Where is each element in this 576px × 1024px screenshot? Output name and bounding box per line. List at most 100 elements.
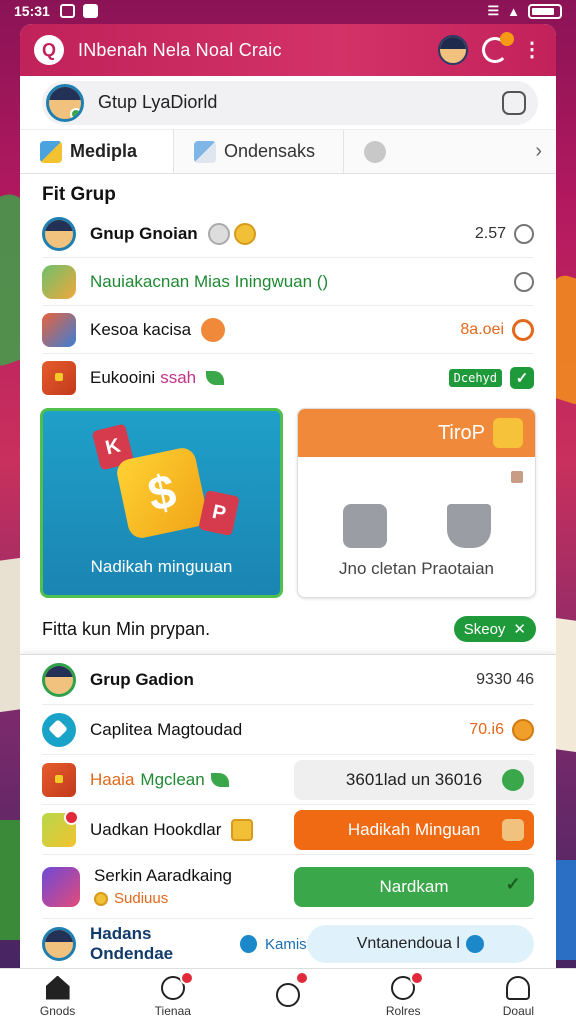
list-item[interactable]: Grup Gadion 9330 46: [42, 655, 534, 705]
section-title: Fit Grup: [42, 184, 116, 205]
gold-coin-icon: [233, 222, 256, 245]
fox-icon: [201, 317, 226, 342]
check-icon: ✓: [505, 873, 521, 894]
account-avatar[interactable]: [438, 35, 468, 65]
feature-cards: K $ P Nadikah minguuan TiroP Jno cletan …: [40, 408, 536, 598]
confirm-button[interactable]: Nardkam ✓: [294, 866, 534, 907]
briefcase-icon: [342, 504, 387, 548]
search-icon[interactable]: Q: [34, 35, 64, 65]
weekly-reward-button[interactable]: Hadikah Minguan: [294, 809, 534, 850]
list-item[interactable]: Serkin Aaradkaing Sudiuus Nardkam ✓: [42, 855, 534, 919]
card-header-title: TiroP: [437, 421, 485, 444]
leaf-icon: [210, 772, 229, 787]
card-caption: Jno cletan Praotaian: [339, 559, 494, 578]
bag-icon: [446, 504, 491, 548]
row-value: 2.57: [474, 224, 506, 242]
refresh-icon[interactable]: [482, 32, 514, 63]
app-title: INbenah Nela Noal Craic: [78, 39, 282, 60]
character-icon: [502, 818, 524, 841]
nav-profile[interactable]: Doaul: [461, 969, 576, 1024]
user-icon: [506, 975, 531, 1000]
list-item[interactable]: Hadans Ondendae Kamis Vntanendoua l: [42, 919, 534, 968]
money-bag-illustration: K $ P: [91, 423, 240, 543]
message-icon: [82, 4, 98, 18]
gear-icon[interactable]: [514, 271, 534, 292]
battery-icon: [528, 3, 562, 19]
button-label: Nardkam: [379, 876, 449, 896]
notification-dot: [500, 32, 514, 46]
bottom-navigation: Gnods Tienaa Rolres Doaul: [0, 968, 576, 1024]
cube-icon: [42, 809, 79, 847]
cube-icon: [40, 140, 62, 163]
tab-more[interactable]: ›: [344, 130, 556, 173]
list-item[interactable]: Caplitea Magtoudad 70.i6: [42, 705, 534, 755]
avatar: [42, 927, 76, 961]
settings-icon[interactable]: [514, 223, 534, 244]
notification-badge: [410, 971, 425, 985]
row-label: Serkin Aaradkaing: [94, 866, 232, 885]
tools-card[interactable]: TiroP Jno cletan Praotaian: [297, 408, 536, 598]
treats-icon: [42, 264, 76, 299]
promo-text: Fitta kun Min prypan.: [42, 618, 211, 639]
online-indicator: [70, 107, 81, 119]
promo-button[interactable]: Skeoy ✕: [453, 616, 536, 642]
row-value: 9330 46: [476, 670, 534, 688]
list-item[interactable]: Nauiakacnan Mias Iningwuan (): [42, 258, 534, 306]
row-sub-label: Kamis: [265, 935, 307, 953]
info-pill[interactable]: Vntanendoua l: [306, 925, 534, 963]
globe-icon: [465, 935, 484, 953]
weekly-reward-card[interactable]: K $ P Nadikah minguuan: [40, 408, 283, 598]
tab-medipla[interactable]: Medipla: [20, 130, 174, 173]
chevron-right-icon[interactable]: ›: [535, 140, 542, 163]
plant-icon: [502, 768, 524, 791]
nav-label: Doaul: [502, 1003, 535, 1018]
action-button[interactable]: 3601lad un 36016: [294, 759, 534, 800]
row-label: Grup Gadion: [90, 669, 194, 689]
nav-label: Gnods: [39, 1003, 76, 1018]
list-item[interactable]: Kesoa kacisa 8a.oei: [42, 306, 534, 354]
mascot-icon: [493, 418, 523, 448]
list-item[interactable]: Haaia Mgclean 3601lad un 36016: [42, 755, 534, 805]
more-options-icon[interactable]: ⋮: [522, 40, 542, 60]
app-icon: [42, 712, 76, 747]
list-item[interactable]: Eukooini ssah Dcehyd ✓: [42, 354, 534, 402]
avatar: [42, 216, 76, 251]
tile-letter: P: [209, 500, 228, 526]
notification-badge: [179, 971, 194, 985]
tab-ondensaks[interactable]: Ondensaks: [174, 130, 344, 173]
check-icon[interactable]: ✓: [510, 367, 534, 389]
notification-badge: [295, 971, 309, 985]
nav-rolres[interactable]: Rolres: [346, 969, 461, 1024]
row-sub-label: Sudiuus: [114, 890, 169, 907]
avatar: [42, 662, 76, 697]
coin-icon: [94, 891, 108, 906]
promo-bar: Fitta kun Min prypan. Skeoy ✕: [20, 598, 556, 660]
profile-bar: Gtup LyaDiorld: [20, 76, 556, 130]
row-label-accent: ssah: [160, 368, 197, 387]
app-bar: Q INbenah Nela Noal Craic ⋮: [20, 24, 556, 76]
nav-alerts[interactable]: [230, 969, 345, 1024]
profile-name: Gtup LyaDiorld: [98, 92, 218, 112]
nav-tienaa[interactable]: Tienaa: [115, 969, 230, 1024]
profile-avatar: [46, 83, 84, 122]
app-window: Q INbenah Nela Noal Craic ⋮ Gtup LyaDior…: [20, 24, 556, 968]
button-label: Hadikah Minguan: [347, 819, 481, 839]
gift-box-icon: [42, 312, 76, 347]
button-label: 3601lad un 36016: [345, 769, 483, 789]
list-item[interactable]: Uadkan Hookdlar Hadikah Minguan: [42, 805, 534, 855]
gauge-icon: [512, 318, 534, 341]
row-label: Hadans Ondendae: [90, 924, 174, 963]
list-item[interactable]: Gnup Gnoian 2.57: [42, 210, 534, 258]
settings-icon[interactable]: [502, 90, 526, 115]
row-label: Uadkan Hookdlar: [90, 819, 222, 839]
pin-icon: [511, 471, 523, 483]
clock-icon: [364, 140, 386, 163]
row-label: Kesoa kacisa: [90, 319, 192, 339]
tools-icon: ✕: [513, 621, 526, 638]
plus-icon[interactable]: [239, 935, 257, 953]
coin-icon: [512, 718, 534, 741]
status-badge: Dcehyd: [448, 369, 502, 387]
pill-label: Vntanendoua l: [356, 935, 460, 952]
profile-chip[interactable]: Gtup LyaDiorld: [42, 80, 538, 125]
nav-home[interactable]: Gnods: [0, 969, 115, 1024]
